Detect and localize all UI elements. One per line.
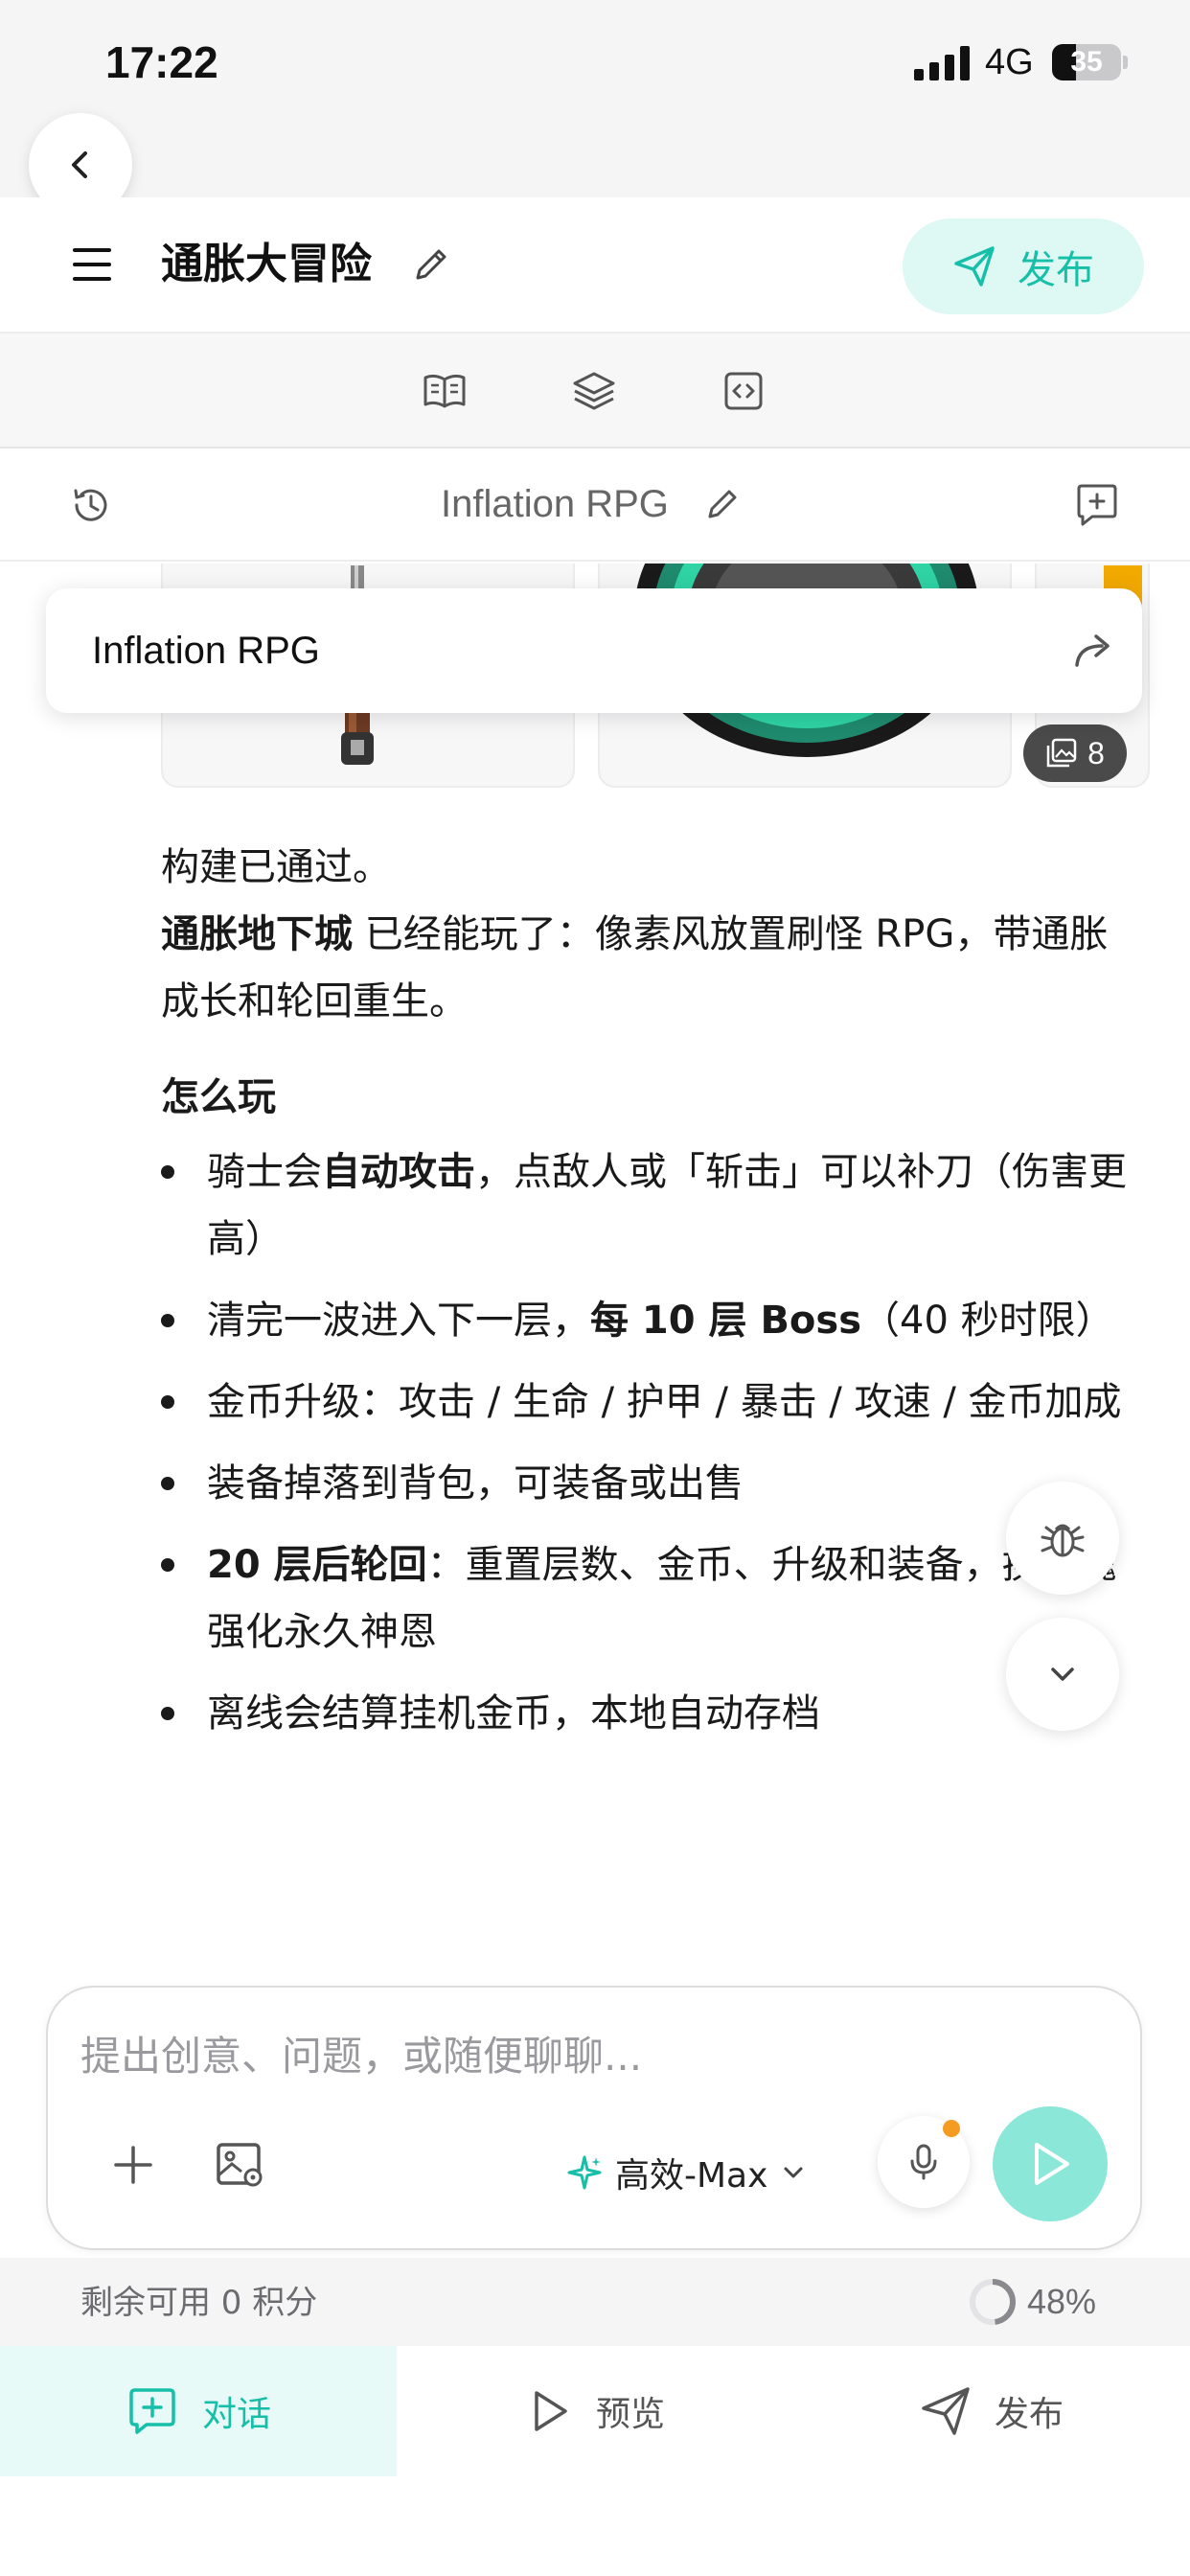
- list-item: 金币升级：攻击 / 生命 / 护甲 / 暴击 / 攻速 / 金币加成: [161, 1368, 1129, 1436]
- usage-indicator: 48%: [968, 2277, 1096, 2327]
- tab-publish[interactable]: 发布: [793, 2346, 1190, 2476]
- play-icon: [1035, 2143, 1069, 2185]
- image-count-badge[interactable]: 8: [1023, 724, 1127, 782]
- list-item: 清完一波进入下一层，每 10 层 Boss（40 秒时限）: [161, 1287, 1129, 1354]
- chat-icon: [129, 2388, 175, 2434]
- recording-indicator: [943, 2120, 960, 2137]
- link-card-title: Inflation RPG: [92, 630, 320, 672]
- bug-icon: [1041, 1524, 1085, 1557]
- image-count: 8: [1087, 735, 1105, 770]
- view-toolbar: [0, 334, 1190, 448]
- model-selector[interactable]: 高效-Max: [565, 2141, 808, 2204]
- add-button[interactable]: [103, 2135, 163, 2195]
- section-heading: 怎么玩: [161, 1075, 276, 1119]
- plus-icon: [114, 2146, 152, 2184]
- scroll-down-button[interactable]: [1006, 1618, 1119, 1731]
- pencil-icon[interactable]: [703, 485, 742, 523]
- message-line: 构建已通过。: [161, 845, 391, 889]
- tab-preview[interactable]: 预览: [397, 2346, 793, 2476]
- prompt-input[interactable]: [80, 2026, 1106, 2085]
- image-gear-icon: [217, 2143, 263, 2187]
- list-item: 20 层后轮回：重置层数、金币、升级和装备，换灵魂强化永久神恩: [161, 1531, 1129, 1666]
- chevron-down-icon: [1051, 1668, 1074, 1681]
- credits-row: 剩余可用 0 积分 48%: [0, 2258, 1190, 2346]
- image-settings-button[interactable]: [211, 2135, 270, 2195]
- network-type: 4G: [985, 42, 1034, 82]
- publish-button[interactable]: 发布: [903, 218, 1144, 314]
- bottom-tab-bar: 对话 预览 发布: [0, 2346, 1190, 2576]
- send-icon: [954, 246, 995, 287]
- chat-content: 8 构建已通过。 通胀地下城 已经能玩了：像素风放置刷怪 RPG，带通胀成长和轮…: [0, 564, 1190, 1982]
- book-icon[interactable]: [422, 368, 468, 414]
- battery-percent: 35: [1070, 46, 1103, 78]
- tab-label: 预览: [595, 2395, 665, 2434]
- message-intro: 通胀地下城 已经能玩了：像素风放置刷怪 RPG，带通胀成长和轮回重生。: [161, 901, 1129, 1035]
- sparkle-icon: [567, 2155, 602, 2190]
- layers-icon[interactable]: [571, 368, 617, 414]
- code-icon[interactable]: [721, 368, 767, 414]
- play-icon: [535, 2391, 567, 2431]
- send-icon: [922, 2387, 970, 2435]
- debug-button[interactable]: [1006, 1482, 1119, 1595]
- list-item: 装备掉落到背包，可装备或出售: [161, 1450, 1129, 1517]
- message-composer: 高效-Max: [46, 1986, 1142, 2250]
- pencil-icon[interactable]: [410, 243, 452, 286]
- assistant-message: 构建已通过。 通胀地下城 已经能玩了：像素风放置刷怪 RPG，带通胀成长和轮回重…: [161, 834, 1129, 1761]
- session-title: Inflation RPG: [441, 483, 669, 525]
- list-item: 骑士会自动攻击，点敌人或「斩击」可以补刀（伤害更高）: [161, 1138, 1129, 1273]
- battery-icon: 35: [1052, 44, 1121, 80]
- microphone-icon: [910, 2144, 937, 2180]
- project-link-card[interactable]: Inflation RPG: [46, 588, 1142, 713]
- gallery-icon: [1046, 738, 1077, 768]
- signal-icon: [914, 46, 970, 80]
- tab-chat[interactable]: 对话: [0, 2346, 397, 2476]
- chevron-left-icon: [72, 151, 87, 178]
- chevron-down-icon: [784, 2167, 803, 2178]
- history-icon[interactable]: [69, 483, 113, 527]
- model-name: 高效-Max: [615, 2156, 768, 2196]
- how-to-play-list: 骑士会自动攻击，点敌人或「斩击」可以补刀（伤害更高） 清完一波进入下一层，每 1…: [161, 1138, 1129, 1747]
- game-name: 通胀地下城: [161, 912, 353, 956]
- send-button[interactable]: [993, 2106, 1108, 2221]
- progress-ring: [970, 2279, 1016, 2325]
- status-bar: 17:22 4G 35: [0, 0, 1190, 197]
- session-header: Inflation RPG: [0, 448, 1190, 562]
- project-title: 通胀大冒险: [161, 240, 372, 288]
- menu-icon[interactable]: [67, 245, 117, 284]
- battery-cap: [1123, 56, 1128, 69]
- tab-label: 发布: [994, 2395, 1064, 2434]
- publish-label: 发布: [1018, 248, 1094, 292]
- usage-percent: 48%: [1027, 2282, 1097, 2321]
- new-chat-icon[interactable]: [1073, 481, 1121, 529]
- share-icon[interactable]: [1071, 629, 1115, 673]
- voice-input-button[interactable]: [878, 2116, 970, 2208]
- credits-remaining: 剩余可用 0 积分: [80, 2284, 318, 2322]
- list-item: 离线会结算挂机金币，本地自动存档: [161, 1680, 1129, 1747]
- status-time: 17:22: [105, 37, 218, 87]
- app-header: 通胀大冒险 发布: [0, 197, 1190, 334]
- tab-label: 对话: [201, 2395, 271, 2434]
